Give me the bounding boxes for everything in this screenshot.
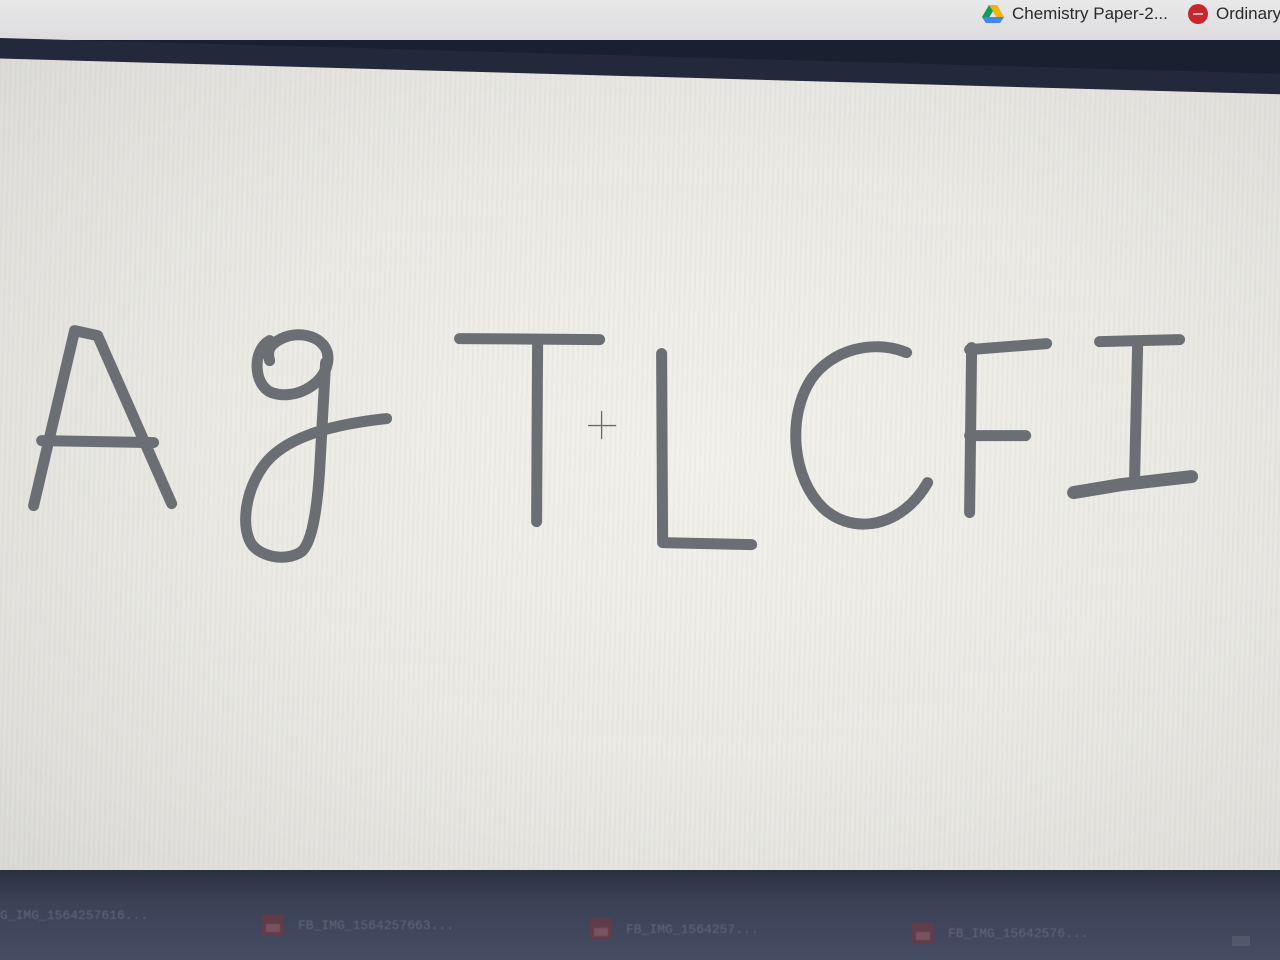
letter-c	[790, 341, 934, 530]
bookmark-label: Chemistry Paper-2...	[1012, 4, 1168, 23]
letter-i-bottom	[1067, 470, 1199, 500]
letter-l	[656, 348, 758, 551]
letter-g-bowl	[251, 329, 334, 401]
taskbar-item[interactable]: G_IMG_1564257616...	[0, 908, 148, 923]
letter-i-stem	[1129, 340, 1144, 483]
handwritten-drawing	[28, 325, 1199, 563]
letter-t-bar	[454, 333, 606, 346]
google-drive-icon	[982, 5, 1004, 23]
letter-a-crossbar	[36, 435, 160, 449]
taskbar-item-label: FB_IMG_1564257...	[626, 921, 759, 937]
taskbar: G_IMG_1564257616... FB_IMG_1564257663...…	[0, 870, 1280, 960]
taskbar-item[interactable]: FB_IMG_15642576...	[912, 922, 1088, 944]
bookmark-label: Ordinary	[1216, 4, 1280, 23]
taskbar-item-label: FB_IMG_15642576...	[948, 925, 1089, 941]
taskbar-item[interactable]: FB_IMG_1564257...	[590, 918, 759, 940]
red-circle-icon	[1188, 4, 1208, 24]
bookmarks-bar: Chemistry Paper-2... Ordinary	[0, 0, 1280, 40]
screen-photo: Chemistry Paper-2... Ordinary G_IMG_1564…	[0, 0, 1280, 960]
image-file-icon	[262, 914, 284, 936]
taskbar-item-label: G_IMG_1564257616...	[0, 908, 149, 923]
taskbar-tray-icon[interactable]	[1232, 936, 1250, 946]
bookmark-chemistry-paper[interactable]: Chemistry Paper-2...	[982, 0, 1168, 28]
letter-f-top	[964, 338, 1053, 356]
bookmark-ordinary[interactable]: Ordinary	[1188, 0, 1280, 28]
crosshair-cursor-icon	[587, 410, 617, 440]
drawing-canvas[interactable]	[0, 58, 1280, 935]
letter-a	[28, 325, 178, 512]
image-file-icon	[912, 922, 934, 944]
taskbar-item-label: FB_IMG_1564257663...	[298, 917, 455, 933]
taskbar-item[interactable]: FB_IMG_1564257663...	[262, 914, 454, 936]
image-file-icon	[590, 918, 612, 940]
letter-t-stem	[531, 335, 544, 528]
